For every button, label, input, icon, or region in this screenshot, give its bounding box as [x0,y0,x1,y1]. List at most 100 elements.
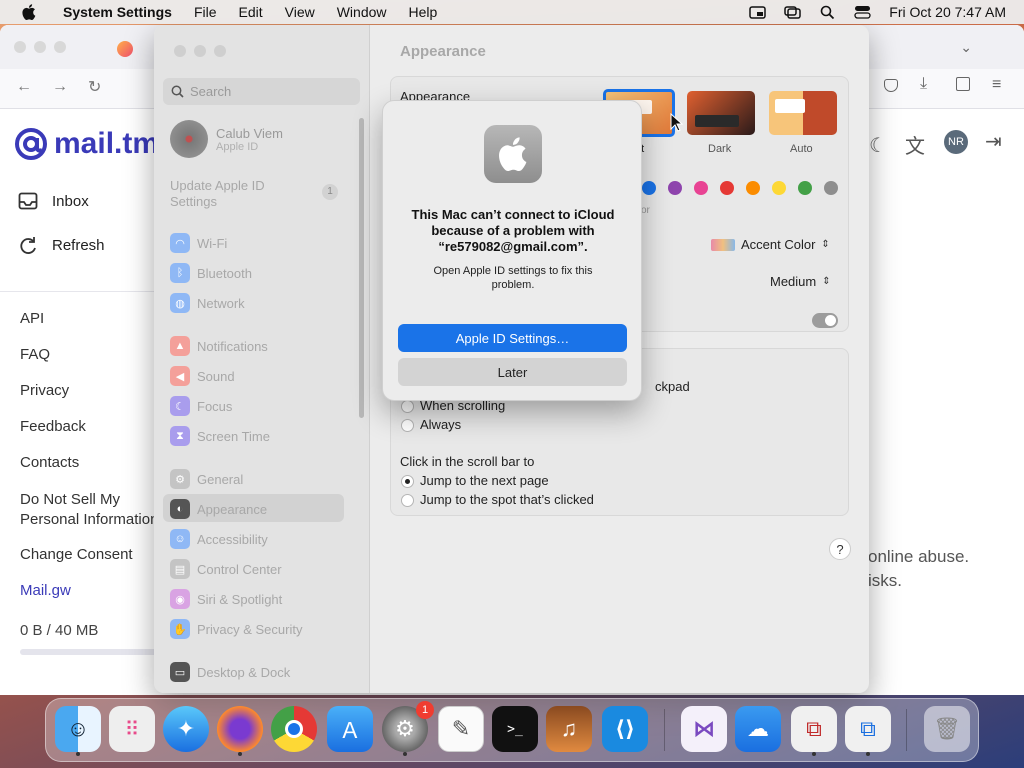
sidebar-icon-size-popup[interactable]: Medium ⇕ [770,274,831,289]
menu-view[interactable]: View [274,4,326,20]
radio-when-scrolling[interactable] [401,400,414,413]
link-feedback[interactable]: Feedback [20,418,86,435]
browser-menu-icon[interactable]: ≡ [992,76,1001,94]
highlight-color-popup[interactable]: Accent Color ⇕ [711,237,830,252]
spotlight-search-icon[interactable] [819,5,836,19]
screen-mirroring-icon[interactable] [749,5,767,19]
apple-menu-icon[interactable] [18,4,40,20]
update-apple-id-item[interactable]: Update Apple ID Settings 1 [170,178,338,210]
dock-visual-studio[interactable]: ⋈ [681,706,727,752]
accent-yellow[interactable] [772,181,786,195]
settings-traffic-lights[interactable] [174,45,226,57]
theme-dark-option[interactable] [687,91,755,135]
moon-icon[interactable]: ☾ [869,133,887,158]
logout-icon[interactable]: ⇥ [985,129,1002,154]
menu-edit[interactable]: Edit [228,4,274,20]
dock-launchpad[interactable]: ⠿ [109,706,155,752]
link-contacts[interactable]: Contacts [20,454,79,471]
option-always[interactable]: Always [420,417,461,432]
link-faq[interactable]: FAQ [20,346,50,363]
accent-orange[interactable] [746,181,760,195]
option-jump-next-page[interactable]: Jump to the next page [420,473,549,488]
window-icon[interactable] [784,5,802,19]
mailtm-logo[interactable]: mail.tm [14,127,159,161]
sidebar-item-wifi[interactable]: ◠ Wi-Fi [170,233,227,253]
dock-remote-desktop-1[interactable]: ⧉ [791,706,837,756]
back-icon[interactable]: ← [16,78,32,96]
accent-blue[interactable] [642,181,656,195]
sidebar-item-control-center[interactable]: ▤ Control Center [170,559,282,579]
nav-inbox[interactable]: Inbox [18,192,89,210]
reload-icon[interactable]: ↻ [88,77,101,97]
sidebar-item-label: Accessibility [197,531,268,547]
pocket-icon[interactable] [884,79,898,92]
accent-green[interactable] [798,181,812,195]
tab-list-chevron-icon[interactable]: ⌄ [960,39,972,56]
dock-chrome[interactable] [271,706,317,752]
link-change-consent[interactable]: Change Consent [20,546,133,563]
menu-clock[interactable]: Fri Oct 20 7:47 AM [889,4,1006,20]
theme-auto-option[interactable] [769,91,837,135]
control-center-icon[interactable] [854,5,871,19]
dock-vscode[interactable]: ⟨⟩ [602,706,648,752]
dock-system-settings[interactable]: ⚙ 1 [382,701,434,756]
radio-jump-next-page[interactable] [401,475,414,488]
appearance-icon: ◐ [170,499,190,519]
menu-help[interactable]: Help [398,4,449,20]
sidebar-scrollbar[interactable] [359,118,364,418]
link-mail-gw[interactable]: Mail.gw [20,582,71,599]
menu-window[interactable]: Window [326,4,398,20]
dock-garageband[interactable]: ♫ [546,706,592,752]
dock-remote-desktop-2[interactable]: ⧉ [845,706,891,756]
dock-terminal[interactable]: >_ [492,706,538,752]
chevron-updown-icon: ⇕ [822,276,831,287]
link-privacy[interactable]: Privacy [20,382,69,399]
menu-file[interactable]: File [183,4,228,20]
apple-id-account[interactable]: Calub Viem Apple ID [170,120,283,158]
avatar[interactable]: NR [944,130,968,154]
sidebar-item-bluetooth[interactable]: ᛒ Bluetooth [170,263,252,283]
option-jump-spot[interactable]: Jump to the spot that’s clicked [420,492,594,507]
dock-trash[interactable]: 🗑 [924,706,970,752]
sidebar-item-focus[interactable]: ☾ Focus [170,396,232,416]
accent-red[interactable] [720,181,734,195]
sidebar-item-privacy[interactable]: ✋ Privacy & Security [170,619,302,639]
radio-always[interactable] [401,419,414,432]
sidebar-item-desktop-dock[interactable]: ▭ Desktop & Dock [170,662,290,682]
sidebar-item-notifications[interactable]: ▲ Notifications [170,336,268,356]
apple-id-settings-button[interactable]: Apple ID Settings… [398,324,627,352]
dock-textedit[interactable]: ✎ [438,706,484,752]
dock-app-store[interactable]: Ａ [327,706,373,752]
accent-graphite[interactable] [824,181,838,195]
help-button[interactable]: ? [829,538,851,560]
page-title: Appearance [400,43,486,60]
menu-app-name[interactable]: System Settings [52,4,183,20]
dock-weather[interactable]: ☁ [735,706,781,752]
accent-purple[interactable] [668,181,682,195]
wallpaper-tinting-toggle[interactable] [812,313,838,328]
dock-firefox[interactable] [217,706,263,756]
sidebar-item-sound[interactable]: ◀ Sound [170,366,235,386]
sidebar-item-screen-time[interactable]: ⧗ Screen Time [170,426,270,446]
dock-finder[interactable]: ☺ [55,706,101,756]
launchpad-icon: ⠿ [124,718,140,741]
radio-jump-spot[interactable] [401,494,414,507]
settings-search-field[interactable]: Search [163,78,360,105]
translate-icon[interactable]: 文 [905,130,925,159]
firefox-tab-icon[interactable] [117,41,133,57]
link-api[interactable]: API [20,310,44,327]
sidebar-item-network[interactable]: ◍ Network [170,293,245,313]
link-do-not-sell[interactable]: Do Not Sell My Personal Information [20,490,160,530]
click-scroll-label: Click in the scroll bar to [400,454,535,469]
dock-safari[interactable]: ✦ [163,706,209,752]
extensions-icon[interactable] [956,77,970,91]
sidebar-item-accessibility[interactable]: ☺ Accessibility [170,529,268,549]
sidebar-item-siri[interactable]: ◉ Siri & Spotlight [170,589,282,609]
sidebar-item-general[interactable]: ⚙ General [170,469,243,489]
accent-pink[interactable] [694,181,708,195]
forward-icon[interactable]: → [52,78,68,96]
sidebar-item-appearance[interactable]: ◐ Appearance [170,499,267,519]
nav-refresh[interactable]: Refresh [18,236,105,254]
later-button[interactable]: Later [398,358,627,386]
download-icon[interactable]: ⤓ [920,75,927,93]
